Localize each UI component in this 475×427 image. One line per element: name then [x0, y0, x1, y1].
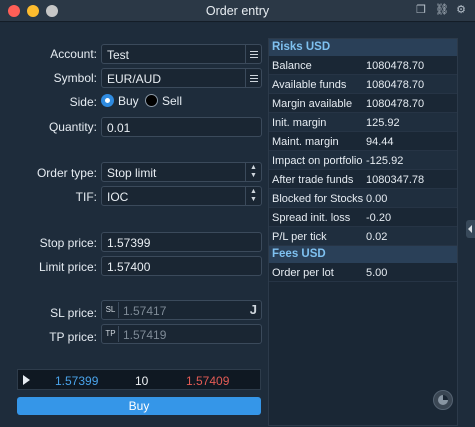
side-buy-radio[interactable]: [101, 94, 114, 107]
title-bar: Order entry ❐ ⛓ ⚙: [0, 0, 475, 22]
sl-prefix-badge: SL: [103, 302, 119, 318]
risk-row: After trade funds 1080347.78: [269, 170, 457, 189]
quantity-label: Quantity:: [48, 120, 97, 134]
fee-row-key: Order per lot: [272, 267, 334, 279]
risks-table: Balance 1080478.70 Available funds 1080478.…: [269, 56, 457, 246]
side-buy-label[interactable]: Buy: [118, 94, 139, 108]
tif-value: IOC: [107, 190, 129, 204]
pie-chart-icon[interactable]: [433, 390, 453, 410]
risk-row: Impact on portfolio -125.92: [269, 151, 457, 170]
sl-price-field[interactable]: SL 1.57417 J: [101, 300, 262, 320]
limit-price-label: Limit price:: [38, 260, 97, 274]
risks-header: Risks USD: [269, 39, 457, 56]
risk-row-key: Maint. margin: [272, 136, 339, 148]
symbol-label: Symbol:: [53, 71, 97, 85]
side-sell-radio[interactable]: [145, 94, 158, 107]
copy-icon[interactable]: ❐: [415, 4, 427, 16]
ask-price: 1.57409: [186, 374, 230, 388]
quantity-field[interactable]: 0.01: [101, 117, 262, 137]
risk-row-key: Balance: [272, 60, 312, 72]
stop-price-value: 1.57399: [107, 236, 151, 250]
tp-prefix-badge: TP: [103, 326, 119, 342]
fee-row-value: 5.00: [366, 267, 388, 279]
risk-row-value: -0.20: [366, 212, 392, 224]
risk-row-value: 94.44: [366, 136, 394, 148]
risk-row-value: 125.92: [366, 117, 400, 129]
fees-header: Fees USD: [269, 246, 457, 263]
tp-price-value: 1.57419: [123, 328, 167, 342]
risk-row-value: 0.00: [366, 193, 388, 205]
order-type-select[interactable]: Stop limit ▲ ▼: [101, 162, 262, 182]
updown-chevron-icon: ▲ ▼: [245, 163, 261, 181]
risk-row: Margin available 1080478.70: [269, 94, 457, 113]
window-title: Order entry: [205, 4, 270, 18]
collapse-panel-icon[interactable]: [466, 220, 475, 238]
sl-price-value: 1.57417: [123, 304, 167, 318]
risk-row: Blocked for Stocks 0.00: [269, 189, 457, 208]
tif-select[interactable]: IOC ▲ ▼: [101, 186, 262, 206]
ticker-quantity: 10: [135, 374, 149, 388]
account-value: Test: [107, 48, 130, 62]
risk-row-value: -125.92: [366, 155, 404, 167]
risk-row-key: After trade funds: [272, 174, 354, 186]
fee-row: Order per lot 5.00: [269, 263, 457, 282]
risk-row: Maint. margin 94.44: [269, 132, 457, 151]
risk-row-key: Available funds: [272, 79, 347, 91]
titlebar-actions: ❐ ⛓ ⚙: [415, 4, 467, 16]
tp-price-field[interactable]: TP 1.57419: [101, 324, 262, 344]
fees-table: Order per lot 5.00: [269, 263, 457, 282]
risk-row: Spread init. loss -0.20: [269, 208, 457, 227]
side-label: Side:: [69, 95, 97, 109]
side-radio-group: Buy Sell: [101, 94, 261, 108]
risk-row-key: P/L per tick: [272, 231, 327, 243]
risk-row-value: 1080478.70: [366, 98, 425, 110]
tif-label: TIF:: [75, 190, 97, 204]
play-icon[interactable]: [23, 375, 30, 385]
risk-row: Available funds 1080478.70: [269, 75, 457, 94]
sl-price-label: SL price:: [50, 306, 97, 320]
order-type-value: Stop limit: [107, 166, 157, 180]
stop-price-label: Stop price:: [39, 236, 97, 250]
risks-panel: Risks USD Balance 1080478.70 Available fun…: [268, 38, 458, 426]
quantity-value: 0.01: [107, 121, 131, 135]
side-sell-label[interactable]: Sell: [162, 94, 182, 108]
account-list-icon[interactable]: [245, 45, 261, 63]
limit-price-value: 1.57400: [107, 260, 151, 274]
risk-row: Balance 1080478.70: [269, 56, 457, 75]
risk-row-key: Blocked for Stocks: [272, 193, 364, 205]
tp-price-label: TP price:: [49, 330, 97, 344]
quote-ticker: 1.57399 10 1.57409: [17, 369, 261, 390]
hook-icon[interactable]: J: [250, 302, 257, 317]
limit-price-field[interactable]: 1.57400: [101, 256, 262, 276]
risk-row-key: Margin available: [272, 98, 353, 110]
risk-row-key: Spread init. loss: [272, 212, 351, 224]
risk-row-value: 0.02: [366, 231, 388, 243]
order-entry-body: Account: Test Symbol: EUR/AUD Side: Buy …: [0, 23, 475, 427]
symbol-list-icon[interactable]: [245, 69, 261, 87]
risk-row-value: 1080478.70: [366, 60, 425, 72]
order-type-label: Order type:: [36, 166, 97, 180]
bid-price: 1.57399: [55, 374, 99, 388]
symbol-value: EUR/AUD: [107, 72, 162, 86]
risk-row-value: 1080478.70: [366, 79, 425, 91]
link-icon[interactable]: ⛓: [435, 4, 449, 16]
updown-chevron-icon: ▲ ▼: [245, 187, 261, 205]
risk-row: P/L per tick 0.02: [269, 227, 457, 246]
risk-row-value: 1080347.78: [366, 174, 425, 186]
buy-button[interactable]: Buy: [17, 397, 261, 415]
stop-price-field[interactable]: 1.57399: [101, 232, 262, 252]
account-label: Account:: [50, 47, 97, 61]
risk-row-key: Impact on portfolio: [272, 155, 363, 167]
symbol-field[interactable]: EUR/AUD: [101, 68, 262, 88]
risk-row-key: Init. margin: [272, 117, 327, 129]
risk-row: Init. margin 125.92: [269, 113, 457, 132]
account-field[interactable]: Test: [101, 44, 262, 64]
settings-icon[interactable]: ⚙: [455, 4, 467, 16]
